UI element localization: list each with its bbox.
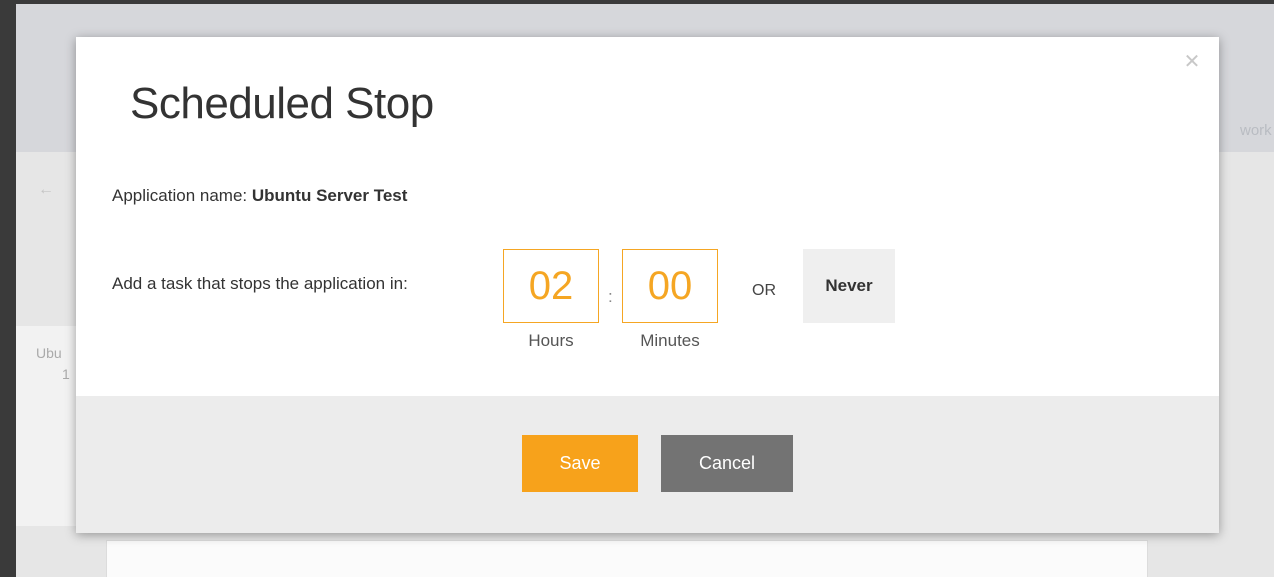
application-name-label: Application name: xyxy=(112,186,248,205)
dialog-title: Scheduled Stop xyxy=(130,79,434,128)
dialog-footer: Save Cancel xyxy=(76,396,1219,533)
time-separator: : xyxy=(608,287,613,306)
minutes-input[interactable]: 00 xyxy=(622,249,718,323)
background-bottom-panel xyxy=(106,540,1148,577)
close-icon[interactable]: ✕ xyxy=(1183,52,1201,72)
application-name-row: Application name: Ubuntu Server Test xyxy=(112,186,407,206)
background-side-text: work xyxy=(1240,122,1272,139)
cancel-button[interactable]: Cancel xyxy=(661,435,793,492)
background-back-arrow-icon: ← xyxy=(38,181,54,198)
stop-task-label: Add a task that stops the application in… xyxy=(112,274,408,293)
or-separator: OR xyxy=(752,282,776,299)
never-button[interactable]: Never xyxy=(803,249,895,323)
background-card-number: 1 xyxy=(62,366,70,382)
background-card-name: Ubu xyxy=(36,345,62,361)
application-name-value: Ubuntu Server Test xyxy=(251,186,408,205)
hours-label: Hours xyxy=(528,331,574,350)
save-button[interactable]: Save xyxy=(522,435,638,492)
minutes-label: Minutes xyxy=(640,331,700,350)
scheduled-stop-dialog: ✕ Scheduled Stop Application name: Ubunt… xyxy=(76,37,1219,533)
hours-input[interactable]: 02 xyxy=(503,249,599,323)
